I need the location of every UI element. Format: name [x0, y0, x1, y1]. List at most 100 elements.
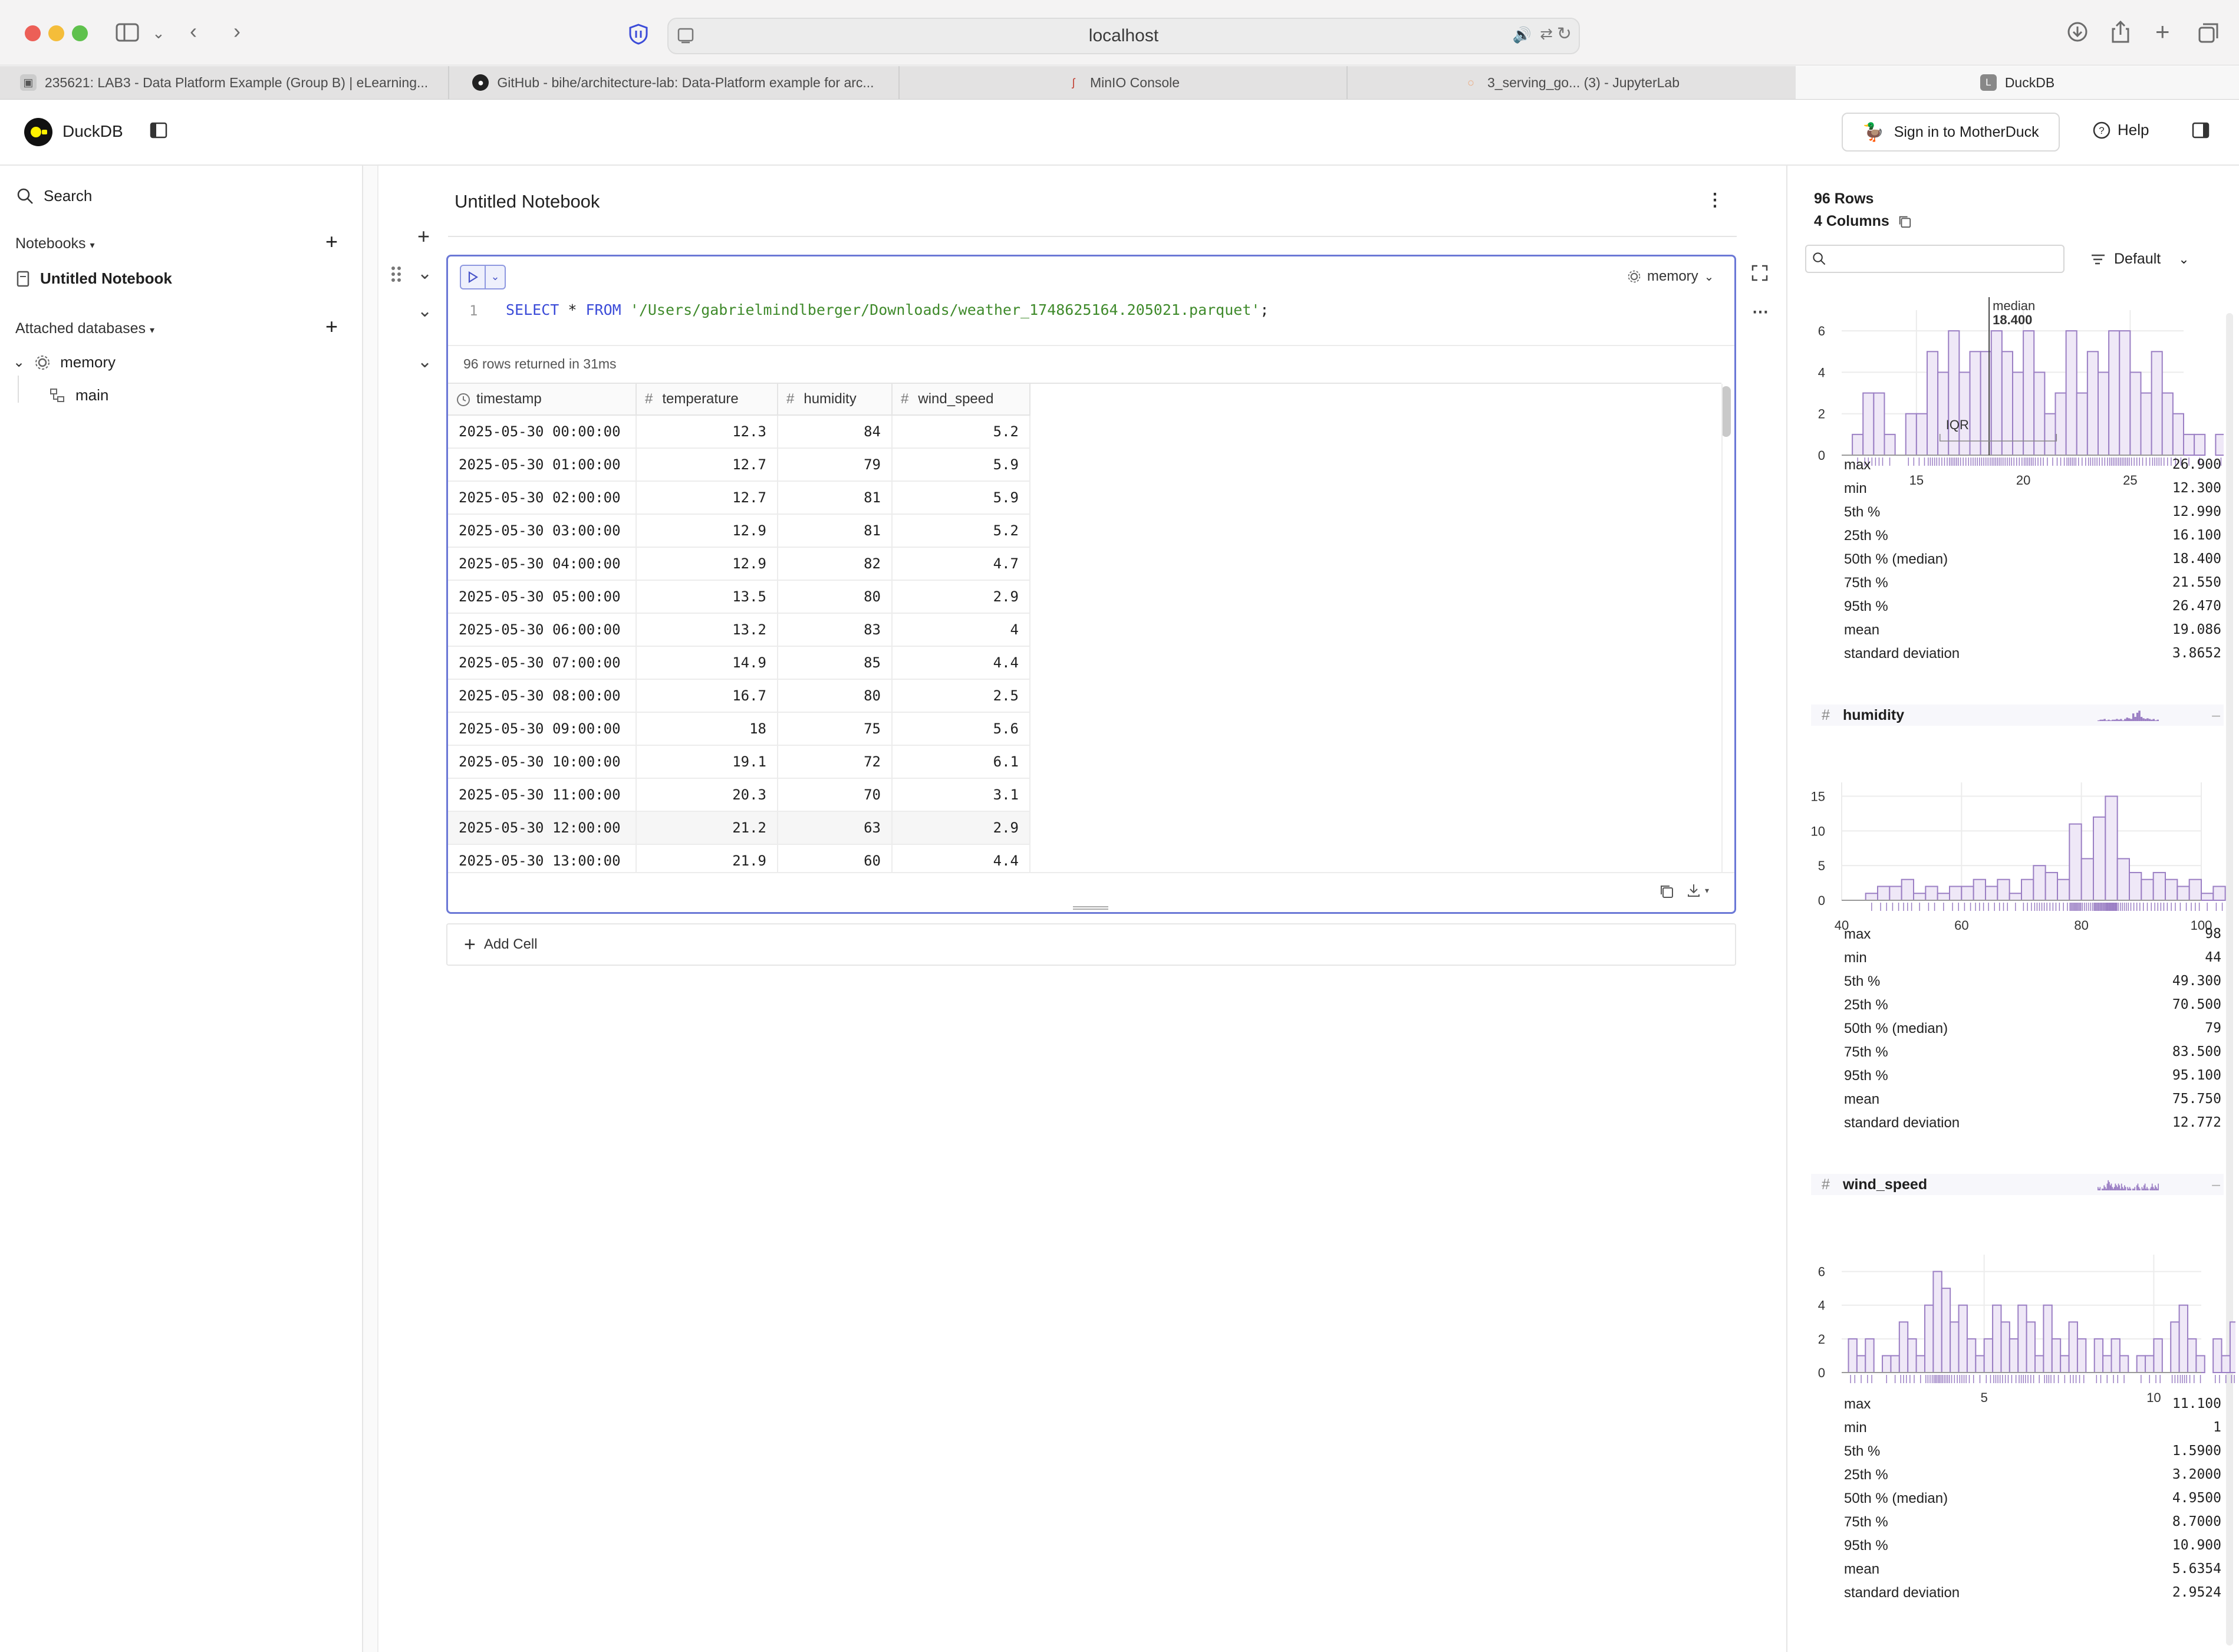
cell-wind-speed[interactable]: 5.9	[892, 481, 1030, 515]
cell-humidity[interactable]: 60	[778, 844, 893, 872]
download-results-button[interactable]: ▾	[1686, 883, 1709, 898]
cell-wind-speed[interactable]: 4.4	[892, 646, 1030, 680]
cell-humidity[interactable]: 82	[778, 547, 893, 581]
cell-timestamp[interactable]: 2025-05-30 07:00:00	[448, 646, 637, 680]
database-selector[interactable]: memory ⌄	[1627, 268, 1714, 285]
cell-timestamp[interactable]: 2025-05-30 04:00:00	[448, 547, 637, 581]
cell-resize-handle[interactable]	[1073, 906, 1108, 907]
signin-motherduck-button[interactable]: 🦆 Sign in to MotherDuck	[1842, 113, 2060, 152]
browser-tab[interactable]: ● GitHub - bihe/architecture-lab: Data-P…	[448, 66, 900, 99]
column-header-wind-speed[interactable]: # wind_speed	[892, 384, 1030, 416]
cell-humidity[interactable]: 72	[778, 745, 893, 779]
table-row[interactable]: 2025-05-30 02:00:00 12.7 81 5.9	[448, 481, 1030, 515]
cell-wind-speed[interactable]: 3.1	[892, 778, 1030, 812]
copy-results-icon[interactable]	[1659, 884, 1674, 902]
column-header-temperature[interactable]: # temperature	[636, 384, 778, 416]
back-icon[interactable]: ‹	[190, 19, 197, 43]
column-header-timestamp[interactable]: timestamp	[448, 384, 637, 416]
table-row[interactable]: 2025-05-30 13:00:00 21.9 60 4.4	[448, 844, 1030, 872]
cell-humidity[interactable]: 80	[778, 679, 893, 713]
share-icon[interactable]	[2110, 20, 2131, 48]
sort-dropdown[interactable]: Default ⌄	[2090, 251, 2189, 268]
cell-timestamp[interactable]: 2025-05-30 09:00:00	[448, 712, 637, 746]
table-row[interactable]: 2025-05-30 10:00:00 19.1 72 6.1	[448, 745, 1030, 779]
collapse-editor-icon[interactable]: ⌄	[417, 301, 432, 321]
cell-timestamp[interactable]: 2025-05-30 10:00:00	[448, 745, 637, 779]
chevron-down-icon[interactable]: ⌄	[152, 21, 165, 45]
collapse-results-icon[interactable]: ⌄	[417, 351, 432, 372]
collapse-icon[interactable]: –	[2212, 1176, 2220, 1193]
cell-wind-speed[interactable]: 2.9	[892, 811, 1030, 845]
sidebar-item-untitled-notebook[interactable]: Untitled Notebook	[17, 269, 172, 288]
humidity-histogram[interactable]: 05101540 60 80 100	[1787, 764, 2235, 940]
cell-wind-speed[interactable]: 5.6	[892, 712, 1030, 746]
run-icon[interactable]	[461, 266, 486, 288]
forward-icon[interactable]: ›	[233, 19, 241, 43]
cell-wind-speed[interactable]: 4	[892, 613, 1030, 647]
cell-temperature[interactable]: 18	[636, 712, 778, 746]
cell-temperature[interactable]: 12.9	[636, 514, 778, 548]
table-row[interactable]: 2025-05-30 06:00:00 13.2 83 4	[448, 613, 1030, 647]
cell-timestamp[interactable]: 2025-05-30 06:00:00	[448, 613, 637, 647]
insert-cell-above-button[interactable]: +	[417, 224, 430, 249]
database-memory[interactable]: ⌄ memory	[13, 353, 116, 371]
drag-handle-icon[interactable]	[390, 265, 402, 286]
help-button[interactable]: ? Help	[2093, 121, 2149, 139]
cell-wind-speed[interactable]: 5.2	[892, 415, 1030, 449]
sidebar-resize-handle[interactable]	[363, 166, 378, 1652]
notebooks-header[interactable]: Notebooks ▾	[15, 235, 95, 252]
shield-icon[interactable]	[628, 24, 648, 48]
table-row[interactable]: 2025-05-30 08:00:00 16.7 80 2.5	[448, 679, 1030, 713]
panel-scrollbar[interactable]	[2226, 313, 2233, 1646]
cell-humidity[interactable]: 84	[778, 415, 893, 449]
add-notebook-button[interactable]: +	[325, 229, 338, 254]
cell-humidity[interactable]: 81	[778, 514, 893, 548]
cell-timestamp[interactable]: 2025-05-30 03:00:00	[448, 514, 637, 548]
run-cell-button[interactable]: ⌄	[460, 265, 506, 289]
column-header-wind-speed[interactable]: # wind_speed –	[1811, 1174, 2224, 1195]
cell-wind-speed[interactable]: 5.9	[892, 448, 1030, 482]
notebook-title[interactable]: Untitled Notebook	[455, 191, 600, 212]
minimize-window-button[interactable]	[48, 25, 64, 41]
cell-wind-speed[interactable]: 4.4	[892, 844, 1030, 872]
table-row[interactable]: 2025-05-30 04:00:00 12.9 82 4.7	[448, 547, 1030, 581]
column-search-input[interactable]	[1832, 249, 2059, 268]
cell-temperature[interactable]: 20.3	[636, 778, 778, 812]
cell-more-icon[interactable]: ⋯	[1752, 302, 1769, 321]
cell-humidity[interactable]: 75	[778, 712, 893, 746]
downloads-icon[interactable]	[2067, 21, 2088, 47]
cell-wind-speed[interactable]: 2.9	[892, 580, 1030, 614]
column-header-humidity[interactable]: # humidity	[778, 384, 893, 416]
cell-humidity[interactable]: 70	[778, 778, 893, 812]
browser-tab-active[interactable]: L DuckDB	[1796, 66, 2239, 99]
audio-icon[interactable]: 🔊	[1513, 26, 1532, 44]
browser-tab[interactable]: ◌ 3_serving_go... (3) - JupyterLab	[1346, 66, 1797, 99]
cell-timestamp[interactable]: 2025-05-30 11:00:00	[448, 778, 637, 812]
cell-timestamp[interactable]: 2025-05-30 08:00:00	[448, 679, 637, 713]
table-row[interactable]: 2025-05-30 09:00:00 18 75 5.6	[448, 712, 1030, 746]
cell-temperature[interactable]: 16.7	[636, 679, 778, 713]
run-options-icon[interactable]: ⌄	[486, 266, 505, 288]
cell-temperature[interactable]: 21.2	[636, 811, 778, 845]
table-row[interactable]: 2025-05-30 05:00:00 13.5 80 2.9	[448, 580, 1030, 614]
copy-icon[interactable]	[1898, 215, 1912, 229]
attached-databases-header[interactable]: Attached databases ▾	[15, 320, 154, 337]
cell-temperature[interactable]: 14.9	[636, 646, 778, 680]
results-grid[interactable]: timestamp # temperature # humidity # wind_s…	[448, 383, 1721, 872]
close-window-button[interactable]	[25, 25, 41, 41]
collapse-cell-icon[interactable]: ⌄	[417, 263, 432, 284]
cell-temperature[interactable]: 12.3	[636, 415, 778, 449]
translate-icon[interactable]: ⇄	[1540, 25, 1553, 43]
sidebar-toggle-icon[interactable]	[116, 22, 139, 47]
cell-temperature[interactable]: 19.1	[636, 745, 778, 779]
address-bar[interactable]: localhost 🔊 ⇄ ↻	[667, 18, 1580, 54]
new-tab-icon[interactable]: +	[2155, 19, 2170, 44]
cell-timestamp[interactable]: 2025-05-30 00:00:00	[448, 415, 637, 449]
notebook-menu-icon[interactable]: ⋮	[1706, 190, 1724, 210]
table-row[interactable]: 2025-05-30 11:00:00 20.3 70 3.1	[448, 778, 1030, 812]
cell-temperature[interactable]: 12.7	[636, 448, 778, 482]
reload-icon[interactable]: ↻	[1557, 24, 1572, 44]
results-scrollbar[interactable]	[1721, 386, 1731, 437]
cell-wind-speed[interactable]: 6.1	[892, 745, 1030, 779]
tab-overview-icon[interactable]	[2198, 22, 2219, 48]
